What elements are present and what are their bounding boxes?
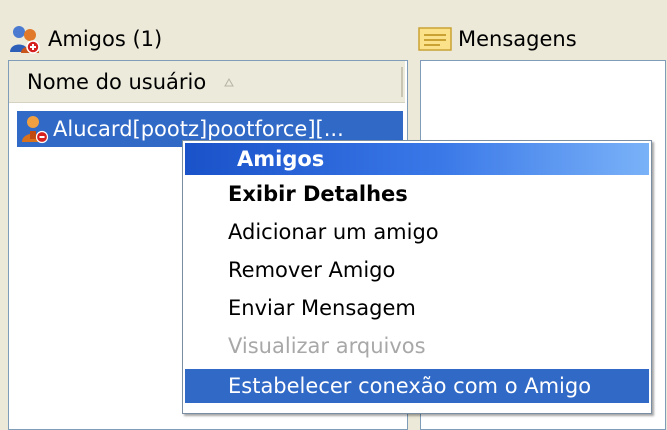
menu-item-remover-amigo[interactable]: Remover Amigo xyxy=(185,253,649,287)
friends-icon xyxy=(10,26,40,54)
column-header-label: Nome do usuário xyxy=(27,69,207,94)
messages-panel-header: Mensagens xyxy=(418,22,577,56)
messages-title: Mensagens xyxy=(458,27,577,51)
menu-item-adicionar-amigo[interactable]: Adicionar um amigo xyxy=(185,215,649,249)
sort-ascending-icon xyxy=(224,77,235,86)
friends-panel-header: Amigos (1) xyxy=(8,22,162,56)
column-divider[interactable] xyxy=(401,67,403,97)
context-menu-title: Amigos xyxy=(185,143,649,175)
friends-title: Amigos (1) xyxy=(48,27,163,51)
context-menu: Amigos Exibir Detalhes Adicionar um amig… xyxy=(182,140,652,414)
user-icon xyxy=(22,116,49,144)
menu-item-enviar-mensagem[interactable]: Enviar Mensagem xyxy=(185,291,649,325)
menu-item-exibir-detalhes[interactable]: Exibir Detalhes xyxy=(185,177,649,211)
menu-item-estabelecer-conexao[interactable]: Estabelecer conexão com o Amigo xyxy=(185,369,649,403)
friend-username: Alucard[pootz]pootforce][... xyxy=(53,117,344,141)
menu-item-visualizar-arquivos: Visualizar arquivos xyxy=(228,334,426,358)
column-header-username[interactable]: Nome do usuário xyxy=(9,61,405,103)
messages-icon xyxy=(418,27,452,51)
